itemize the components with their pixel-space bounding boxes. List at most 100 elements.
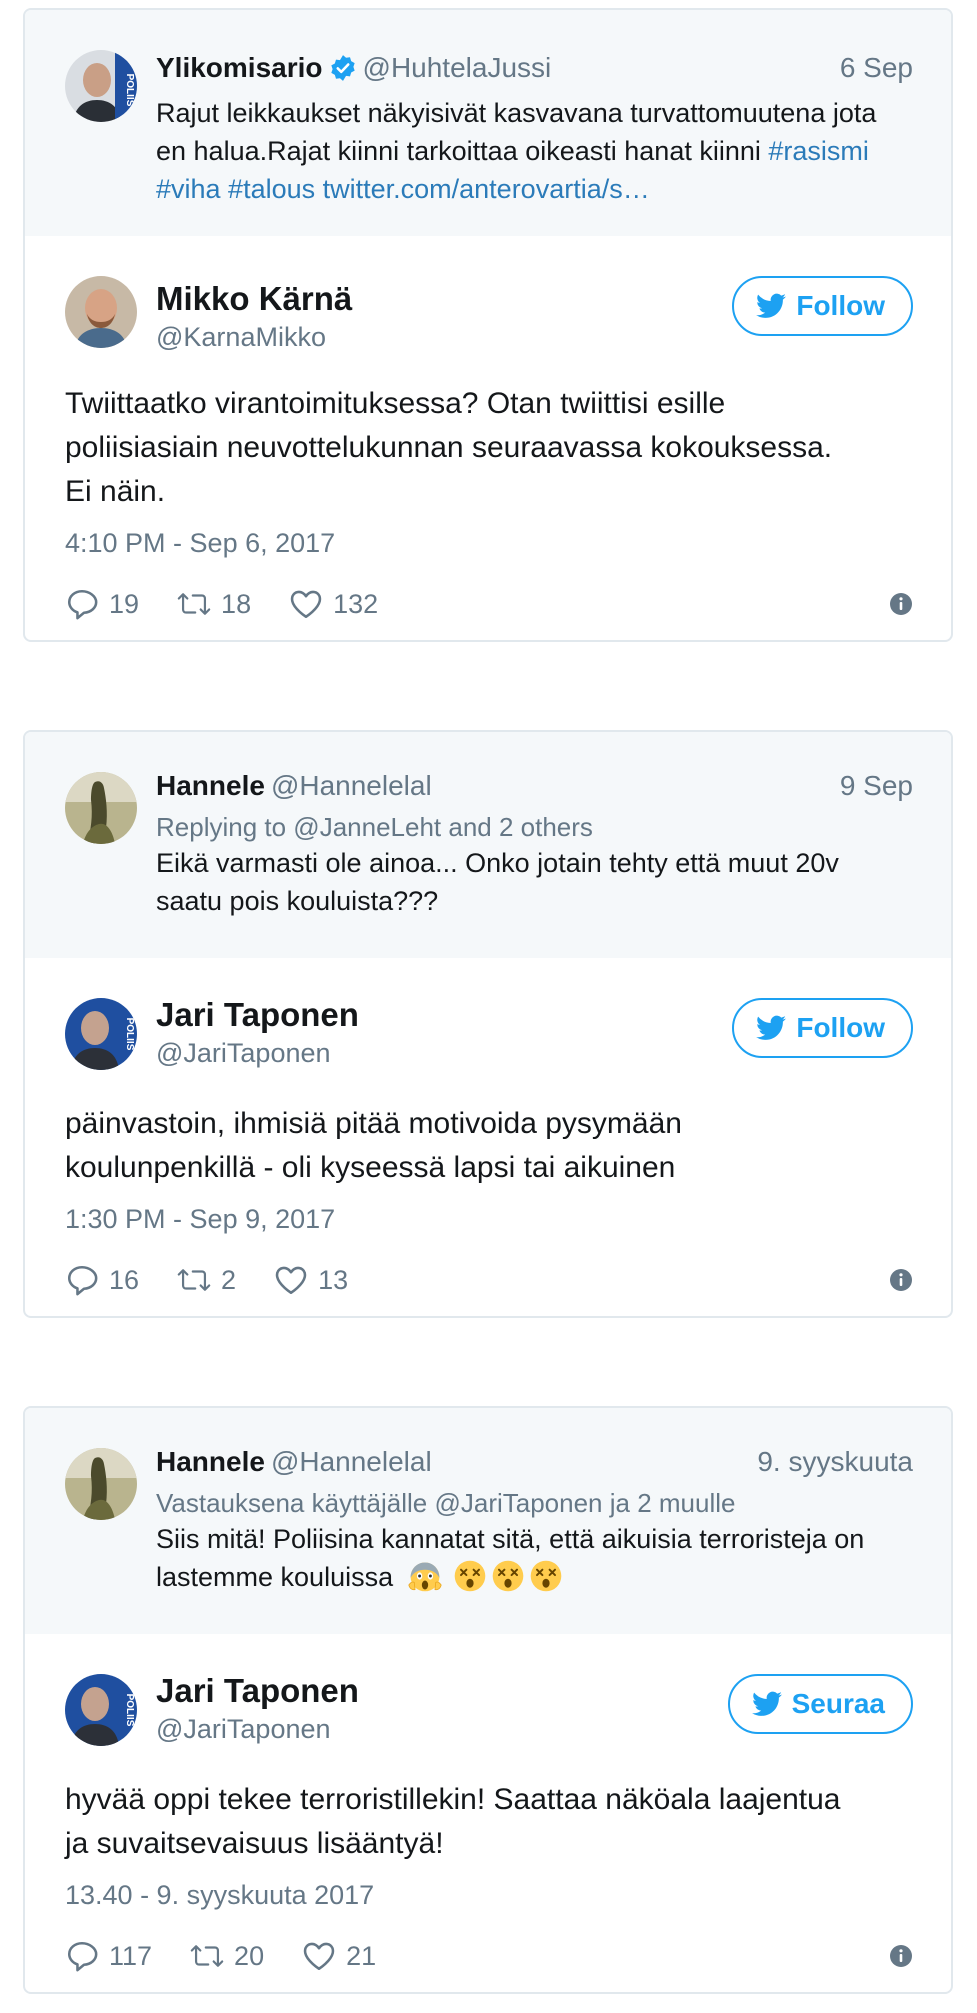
retweet-count: 2 xyxy=(221,1264,237,1295)
tweet-text-line: Eikä varmasti ole ainoa... Onko jotain t… xyxy=(156,848,839,878)
tweet-text: päinvastoin, ihmisiä pitää motivoida pys… xyxy=(65,1102,911,1190)
author-handle[interactable]: @Hannelelal xyxy=(271,1446,432,1477)
follow-button[interactable]: Seuraa xyxy=(727,1674,913,1734)
scream-emoji-icon xyxy=(407,1558,443,1594)
retweet-action[interactable]: 18 xyxy=(177,587,251,621)
tweet-text: hyvää oppi tekee terroristillekin! Saatt… xyxy=(65,1778,911,1866)
tweet-text-line: lastemme kouluissa xyxy=(156,1558,921,1596)
hashtag-link[interactable]: #rasismi xyxy=(768,136,869,166)
tweet-text-line: koulunpenkillä - oli kyseessä lapsi tai … xyxy=(65,1151,676,1184)
author-name[interactable]: Jari Taponen xyxy=(156,1672,359,1710)
reply-count: 19 xyxy=(109,588,140,619)
author-name[interactable]: Hannele xyxy=(156,770,265,801)
quoted-tweet-text: Siis mitä! Poliisina kannatat sitä, että… xyxy=(156,1520,921,1596)
hashtags-and-url-link[interactable]: #viha #talous twitter.com/anterovartia/s… xyxy=(156,170,901,208)
reply-icon xyxy=(65,1939,99,1973)
retweet-icon xyxy=(190,1939,224,1973)
tweet-text-line: ja suvaitsevaisuus lisääntyä! xyxy=(65,1827,444,1860)
tweet-text-line: poliisiasiain neuvottelukunnan seuraavas… xyxy=(65,431,833,464)
like-heart-icon xyxy=(289,587,323,621)
tweet-actions: 16 2 13 xyxy=(65,1260,913,1300)
reply-action[interactable]: 16 xyxy=(65,1263,139,1297)
svg-text:POLIIS: POLIIS xyxy=(124,1018,135,1051)
follow-button-label: Follow xyxy=(796,290,885,321)
quoted-tweet-header: Ylikomisario @HuhtelaJussi 6 Sep xyxy=(156,50,913,86)
author-handle[interactable]: @HuhtelaJussi xyxy=(363,52,552,83)
author-name[interactable]: Mikko Kärnä xyxy=(156,280,352,318)
svg-text:POLIIS: POLIIS xyxy=(124,1694,135,1727)
tweet-date[interactable]: 9 Sep xyxy=(840,768,913,804)
reply-count: 117 xyxy=(109,1940,153,1971)
tweet-text-line: Ei näin. xyxy=(65,475,166,508)
avatar[interactable]: POLIIS xyxy=(65,50,137,122)
quoted-tweet-header: Hannele @Hannelelal 9. syyskuuta xyxy=(156,1444,913,1480)
main-tweet: POLIIS Jari Taponen @JariTaponen Seuraa … xyxy=(25,1634,951,1992)
quoted-tweet-text: Rajut leikkaukset näkyisivät kasvavana t… xyxy=(156,94,901,208)
follow-button[interactable]: Follow xyxy=(732,276,913,336)
verified-badge-icon xyxy=(329,54,357,82)
like-count: 132 xyxy=(333,588,379,619)
like-count: 21 xyxy=(346,1940,377,1971)
like-action[interactable]: 21 xyxy=(302,1939,376,1973)
tweet-timestamp[interactable]: 13.40 - 9. syyskuuta 2017 xyxy=(65,1878,374,1912)
follow-button-label: Follow xyxy=(796,1012,885,1043)
tweet-text-line: saatu pois kouluista??? xyxy=(156,886,439,916)
avatar[interactable] xyxy=(65,276,137,348)
tweet-date[interactable]: 6 Sep xyxy=(840,50,913,86)
tweet-text-line: Rajut leikkaukset näkyisivät kasvavana t… xyxy=(156,98,877,128)
replying-to[interactable]: Vastauksena käyttäjälle @JariTaponen ja … xyxy=(156,1486,913,1520)
info-icon[interactable] xyxy=(889,1944,913,1968)
tweet-text-line: en halua.Rajat kiinni tarkoittaa oikeast… xyxy=(156,132,901,170)
like-heart-icon xyxy=(274,1263,308,1297)
like-action[interactable]: 132 xyxy=(289,587,378,621)
follow-button[interactable]: Follow xyxy=(732,998,913,1058)
twitter-bird-icon xyxy=(756,1015,786,1041)
quoted-tweet[interactable]: Hannele @Hannelelal 9 Sep Replying to @Ja… xyxy=(25,732,951,958)
info-icon[interactable] xyxy=(889,1268,913,1292)
author-name[interactable]: Hannele xyxy=(156,1446,265,1477)
avatar[interactable]: POLIIS xyxy=(65,998,137,1070)
info-icon[interactable] xyxy=(889,592,913,616)
quoted-tweet-header: Hannele @Hannelelal 9 Sep xyxy=(156,768,913,804)
tweet-text-line: Siis mitä! Poliisina kannatat sitä, että… xyxy=(156,1524,865,1554)
avatar[interactable]: POLIIS xyxy=(65,1674,137,1746)
twitter-bird-icon xyxy=(756,293,786,319)
replying-to[interactable]: Replying to @JanneLeht and 2 others xyxy=(156,810,913,844)
reply-action[interactable]: 117 xyxy=(65,1939,152,1973)
retweet-action[interactable]: 20 xyxy=(190,1939,264,1973)
tweet-date[interactable]: 9. syyskuuta xyxy=(757,1444,913,1480)
retweet-count: 20 xyxy=(234,1940,265,1971)
like-action[interactable]: 13 xyxy=(274,1263,348,1297)
author-handle[interactable]: @Hannelelal xyxy=(271,770,432,801)
dizzy-face-emoji-icon xyxy=(490,1558,526,1594)
tweet-timestamp[interactable]: 4:10 PM - Sep 6, 2017 xyxy=(65,526,335,560)
twitter-bird-icon xyxy=(752,1691,782,1717)
author-handle[interactable]: @JariTaponen xyxy=(156,1036,331,1070)
avatar[interactable] xyxy=(65,1448,137,1520)
reply-icon xyxy=(65,587,99,621)
retweet-icon xyxy=(177,587,211,621)
author-name[interactable]: Jari Taponen xyxy=(156,996,359,1034)
tweet-text-line: päinvastoin, ihmisiä pitää motivoida pys… xyxy=(65,1107,682,1140)
dizzy-face-emoji-icon xyxy=(452,1558,488,1594)
retweet-action[interactable]: 2 xyxy=(177,1263,236,1297)
quoted-tweet[interactable]: Hannele @Hannelelal 9. syyskuuta Vastauks… xyxy=(25,1408,951,1634)
embedded-tweet-card: Hannele @Hannelelal 9. syyskuuta Vastauks… xyxy=(23,1406,953,1994)
avatar[interactable] xyxy=(65,772,137,844)
reply-action[interactable]: 19 xyxy=(65,587,139,621)
tweet-timestamp[interactable]: 1:30 PM - Sep 9, 2017 xyxy=(65,1202,335,1236)
like-count: 13 xyxy=(318,1264,349,1295)
tweet-actions: 117 20 21 xyxy=(65,1936,913,1976)
author-name[interactable]: Ylikomisario xyxy=(156,52,323,83)
author-handle[interactable]: @KarnaMikko xyxy=(156,320,326,354)
tweet-actions: 19 18 132 xyxy=(65,584,913,624)
like-heart-icon xyxy=(302,1939,336,1973)
author-handle[interactable]: @JariTaponen xyxy=(156,1712,331,1746)
retweet-icon xyxy=(177,1263,211,1297)
embedded-tweet-card: Hannele @Hannelelal 9 Sep Replying to @Ja… xyxy=(23,730,953,1318)
quoted-tweet[interactable]: POLIIS Ylikomisario @HuhtelaJussi 6 Sep R… xyxy=(25,10,951,236)
reply-count: 16 xyxy=(109,1264,140,1295)
tweet-text-segment: lastemme kouluissa xyxy=(156,1562,394,1592)
retweet-count: 18 xyxy=(221,588,252,619)
embedded-tweet-card: POLIIS Ylikomisario @HuhtelaJussi 6 Sep R… xyxy=(23,8,953,642)
